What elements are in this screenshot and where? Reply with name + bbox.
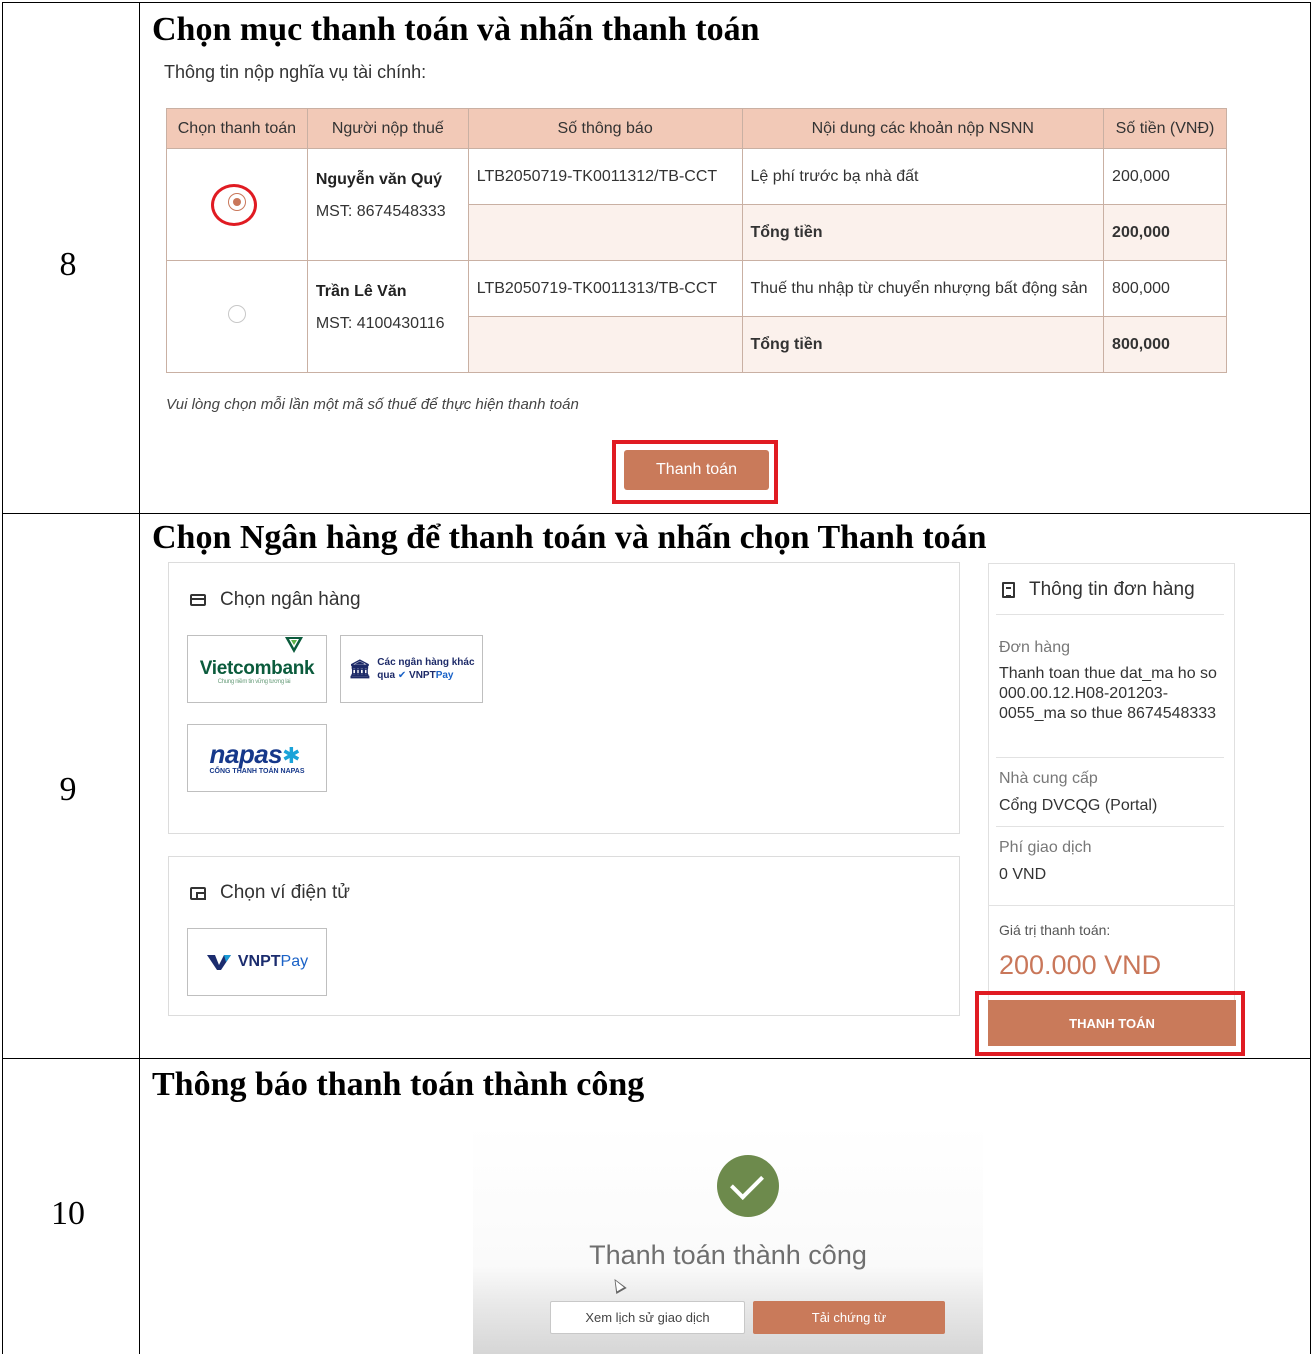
step-number: 10 xyxy=(51,1195,85,1232)
napas-label: napas xyxy=(209,738,283,769)
section-subtitle: Thông tin nộp nghĩa vụ tài chính: xyxy=(164,62,427,82)
order-value: Thanh toan thue dat_ma ho so 000.00.12.H… xyxy=(999,665,1217,722)
provider-label: Nhà cung cấp xyxy=(999,770,1098,787)
column-header: Số thông báo xyxy=(467,108,743,149)
fee-label: Phí giao dịch xyxy=(999,839,1092,856)
fee-value: 0 VND xyxy=(999,866,1047,883)
payment-radio[interactable] xyxy=(227,305,246,323)
vnpt-label: VNPT xyxy=(409,670,436,681)
payer-tax-code: MST: 8674548333 xyxy=(315,203,446,220)
other-banks-logo: 🏛 Các ngân hàng khác qua ✔ VNPTPay xyxy=(348,656,474,682)
success-message: Thanh toán thành công xyxy=(589,1240,867,1270)
wallet-panel-label: Chọn ví điện tử xyxy=(220,882,350,903)
vnpt-label: VNPT xyxy=(237,953,281,970)
payer-name: Nguyễn văn Quý xyxy=(315,171,443,188)
column-divider xyxy=(139,3,140,1354)
total-label: Tổng tiền xyxy=(741,204,1105,261)
confirm-payment-button[interactable]: THANH TOÁN xyxy=(988,1000,1236,1046)
empty-cell xyxy=(467,316,743,373)
transaction-history-button[interactable]: Xem lịch sử giao dịch xyxy=(550,1301,745,1334)
row-divider xyxy=(3,513,1310,514)
total-amount: 200,000 xyxy=(1103,204,1227,261)
row-divider xyxy=(3,1058,1310,1059)
payment-table: Chọn thanh toán Người nộp thuế Số thông … xyxy=(166,108,1227,373)
napas-star-icon: ✱ xyxy=(282,742,301,768)
pay-label: Pay xyxy=(435,670,454,681)
step-heading: Chọn mục thanh toán và nhấn thanh toán xyxy=(152,11,760,48)
payer-cell: Trần Lê Văn MST: 4100430116 xyxy=(306,260,469,373)
order-info-title: Thông tin đơn hàng xyxy=(1002,579,1195,601)
order-label: Đơn hàng xyxy=(999,639,1070,656)
divider xyxy=(996,757,1224,758)
column-header: Người nộp thuế xyxy=(306,108,469,149)
pay-button[interactable]: Thanh toán xyxy=(624,450,769,490)
column-header: Chọn thanh toán xyxy=(166,108,308,149)
wallet-icon xyxy=(190,886,206,900)
success-check-icon xyxy=(717,1155,779,1217)
other-banks-line2: qua xyxy=(377,670,396,681)
payer-tax-code: MST: 4100430116 xyxy=(315,315,445,332)
payer-name: Trần Lê Văn xyxy=(315,283,407,300)
step-heading: Thông báo thanh toán thành công xyxy=(152,1066,645,1103)
vietcombank-tagline: Chung niềm tin vững tương lai xyxy=(217,679,291,685)
napas-logo: napas✱ CỔNG THANH TOÁN NAPAS xyxy=(209,738,305,775)
vnptpay-mini-icon: ✔ xyxy=(397,670,407,681)
divider xyxy=(996,826,1224,827)
bank-panel-title: Chọn ngân hàng xyxy=(190,589,361,611)
total-label: Tổng tiền xyxy=(741,316,1105,373)
total-amount: 800,000 xyxy=(1103,316,1227,373)
bank-option-napas[interactable]: napas✱ CỔNG THANH TOÁN NAPAS xyxy=(187,724,327,792)
vietcombank-mark-icon xyxy=(284,637,303,653)
table-header-row: Chọn thanh toán Người nộp thuế Số thông … xyxy=(166,108,1227,149)
divider xyxy=(988,905,1235,906)
payer-cell: Nguyễn văn Quý MST: 8674548333 xyxy=(306,148,469,261)
step-heading: Chọn Ngân hàng để thanh toán và nhấn chọ… xyxy=(152,519,987,556)
pay-label: Pay xyxy=(280,953,309,970)
select-cell xyxy=(166,260,308,373)
total-value: 200.000 VND xyxy=(999,950,1162,980)
table-row: Trần Lê Văn MST: 4100430116 LTB2050719-T… xyxy=(166,260,1227,373)
vietcombank-logo: Vietcombank Chung niềm tin vững tương la… xyxy=(199,637,315,685)
payment-content: Thuế thu nhập từ chuyển nhượng bất động … xyxy=(741,260,1105,317)
other-banks-line1: Các ngân hàng khác xyxy=(377,657,475,668)
column-header: Số tiền (VNĐ) xyxy=(1103,108,1227,149)
payment-amount: 800,000 xyxy=(1103,260,1227,317)
bank-building-icon: 🏛 xyxy=(348,658,372,679)
column-header: Nội dung các khoản nộp NSNN xyxy=(741,108,1105,149)
payment-amount: 200,000 xyxy=(1103,148,1227,205)
table-row: Nguyễn văn Quý MST: 8674548333 LTB205071… xyxy=(166,148,1227,261)
credit-card-icon xyxy=(190,594,206,606)
payment-content: Lệ phí trước bạ nhà đất xyxy=(741,148,1105,205)
notice-number: LTB2050719-TK0011312/TB-CCT xyxy=(467,148,743,205)
download-receipt-button[interactable]: Tải chứng từ xyxy=(753,1301,945,1334)
vnptpay-mark-icon xyxy=(206,955,231,970)
document-icon xyxy=(1002,582,1015,598)
step-number: 8 xyxy=(59,246,77,283)
order-info-label: Thông tin đơn hàng xyxy=(1029,579,1195,600)
napas-subtitle: CỔNG THANH TOÁN NAPAS xyxy=(209,767,305,775)
wallet-option-vnptpay[interactable]: VNPTPay xyxy=(187,928,327,996)
bank-panel-label: Chọn ngân hàng xyxy=(220,589,361,610)
vietcombank-label: Vietcombank xyxy=(199,658,315,679)
instruction-note: Vui lòng chọn mỗi lần một mã số thuế để … xyxy=(166,396,579,413)
highlight-circle xyxy=(211,184,257,226)
empty-cell xyxy=(467,204,743,261)
provider-value: Cổng DVCQG (Portal) xyxy=(999,797,1158,814)
wallet-panel-title: Chọn ví điện tử xyxy=(190,882,350,904)
bank-option-other-vnptpay[interactable]: 🏛 Các ngân hàng khác qua ✔ VNPTPay xyxy=(340,635,483,703)
vnptpay-logo: VNPTPay xyxy=(206,953,308,971)
total-label: Giá trị thanh toán: xyxy=(999,922,1111,938)
notice-number: LTB2050719-TK0011313/TB-CCT xyxy=(467,260,743,317)
bank-option-vietcombank[interactable]: Vietcombank Chung niềm tin vững tương la… xyxy=(187,635,327,703)
step-number: 9 xyxy=(59,771,77,808)
divider xyxy=(996,614,1224,615)
